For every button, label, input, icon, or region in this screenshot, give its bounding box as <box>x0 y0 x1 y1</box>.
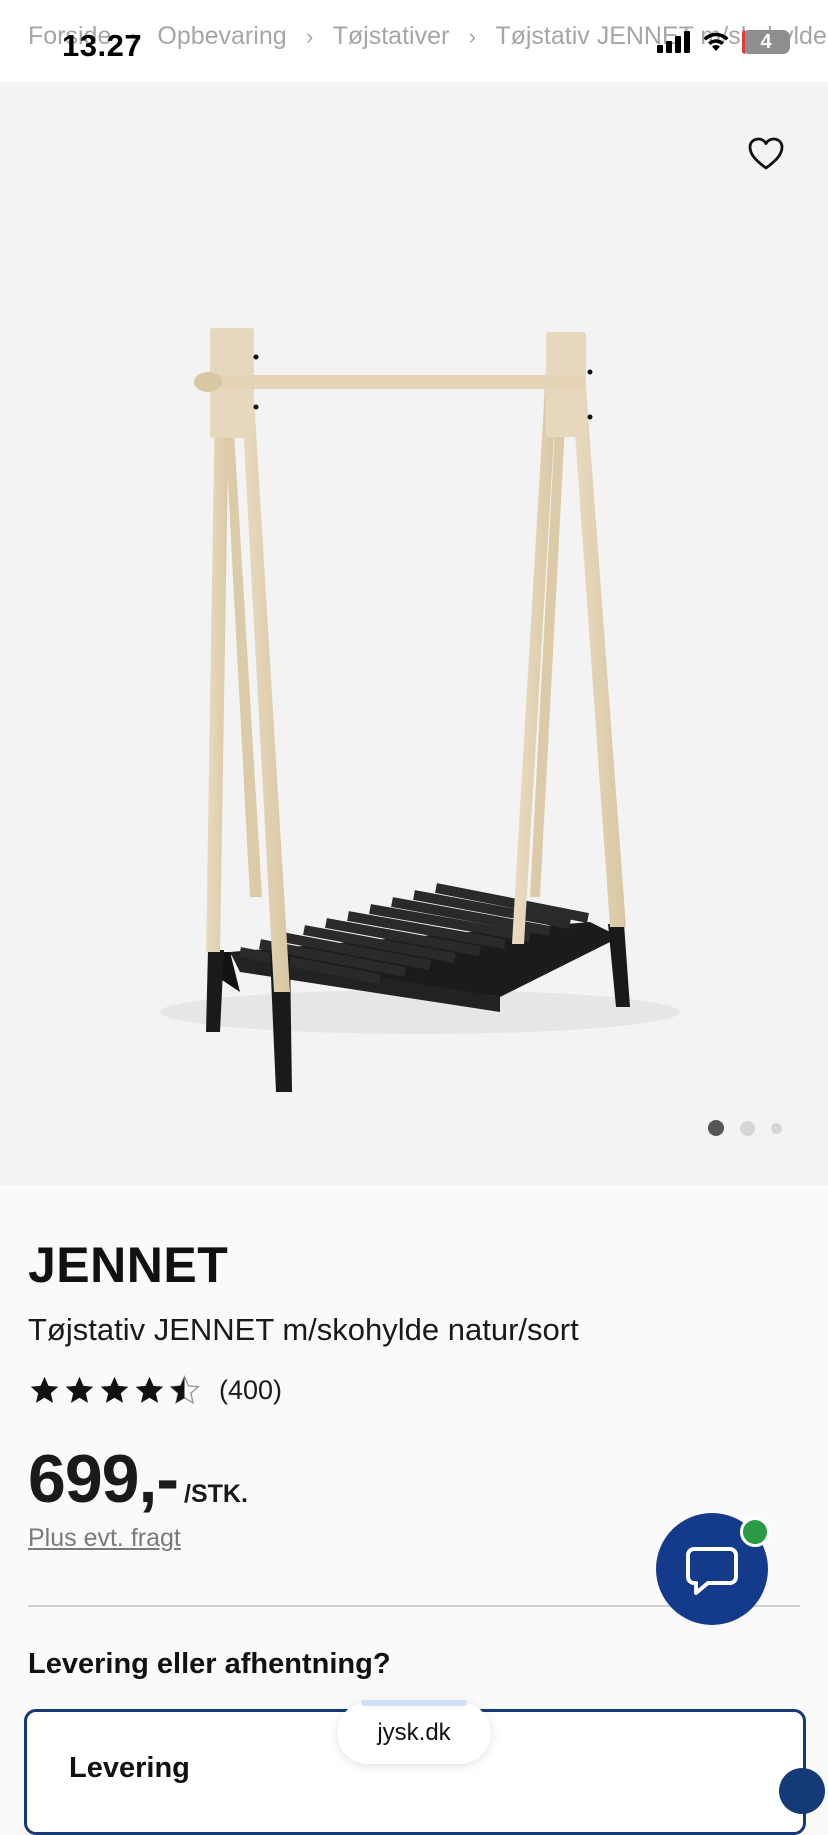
online-status-dot <box>740 1517 770 1547</box>
product-price: 699,- /STK. <box>28 1440 248 1518</box>
url-text: jysk.dk <box>377 1719 451 1746</box>
product-gallery[interactable] <box>0 82 828 1185</box>
freight-link[interactable]: Plus evt. fragt <box>28 1524 181 1553</box>
breadcrumb-separator: › <box>305 23 314 49</box>
battery-indicator: 4 <box>742 30 790 54</box>
product-brand: JENNET <box>28 1237 229 1293</box>
breadcrumb-separator: › <box>468 23 476 49</box>
gallery-dot[interactable] <box>771 1122 782 1134</box>
wifi-icon <box>703 32 729 51</box>
rating-count[interactable]: (400) <box>219 1375 282 1406</box>
status-icons: 4 <box>657 30 790 54</box>
loading-indicator <box>361 1700 467 1706</box>
top-bar: Forside › Opbevaring › Tøjstativer › Tøj… <box>0 0 828 82</box>
cellular-signal-icon <box>657 31 690 53</box>
product-rating[interactable]: (400) <box>28 1374 282 1407</box>
delivery-option-label: Levering <box>69 1752 190 1784</box>
product-image-clothes-rack <box>160 328 680 1092</box>
browser-url-bar[interactable]: jysk.dk <box>337 1700 491 1764</box>
product-title: Tøjstativ JENNET m/skohylde natur/sort <box>28 1312 579 1347</box>
checkmark-icon <box>779 1768 825 1814</box>
star-full-icon <box>135 1376 164 1403</box>
gallery-pagination <box>708 1120 782 1136</box>
delivery-heading: Levering eller afhentning? <box>28 1648 391 1680</box>
gallery-dot-active[interactable] <box>708 1120 724 1136</box>
breadcrumb-clothes-racks[interactable]: Tøjstativer <box>333 22 450 51</box>
chat-bubble-icon <box>686 1547 738 1595</box>
breadcrumb-storage[interactable]: Opbevaring <box>157 22 286 51</box>
star-full-icon <box>100 1376 129 1403</box>
price-unit: /STK. <box>184 1480 248 1508</box>
star-full-icon <box>30 1376 59 1403</box>
star-half-icon <box>169 1375 200 1405</box>
rating-stars <box>28 1374 201 1407</box>
chat-button[interactable] <box>656 1513 770 1625</box>
favorite-heart-icon[interactable] <box>746 134 786 174</box>
gallery-dot[interactable] <box>740 1120 755 1136</box>
price-value: 699,- <box>28 1441 179 1517</box>
status-time: 13.27 <box>62 28 143 63</box>
star-full-icon <box>65 1376 94 1403</box>
